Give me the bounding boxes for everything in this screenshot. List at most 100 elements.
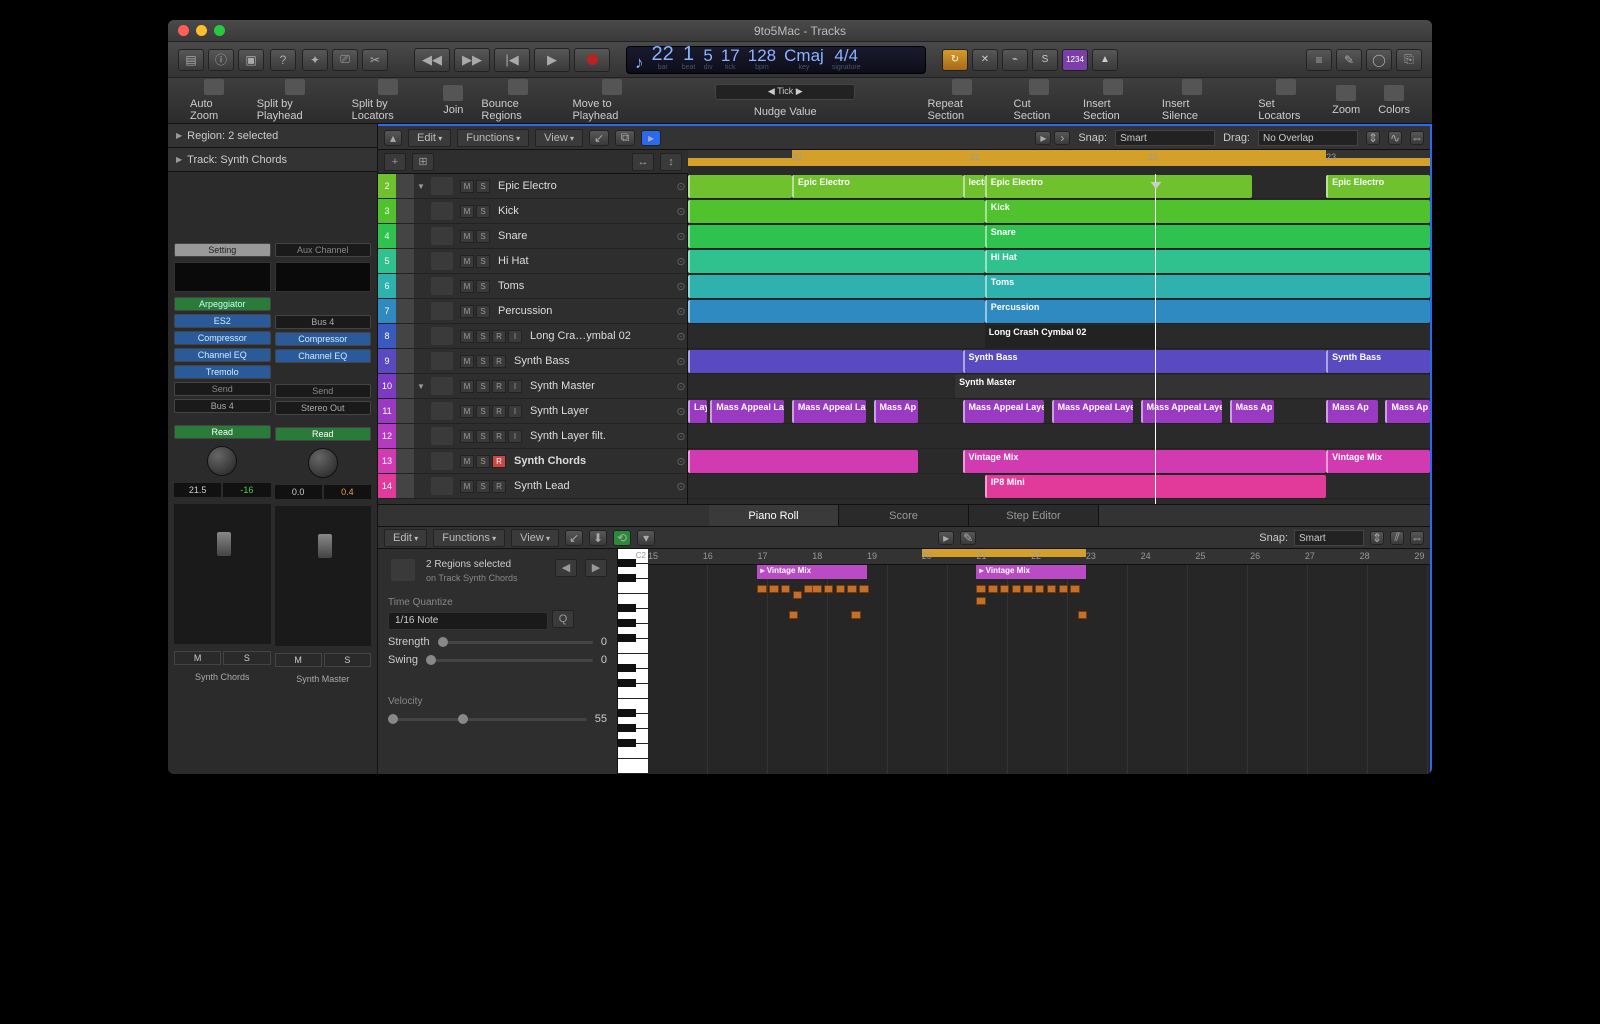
play-button[interactable]: ▶ (534, 48, 570, 72)
region-area[interactable]: Epic ElectrolectroEpic ElectroEpic Elect… (688, 174, 1430, 504)
region[interactable] (688, 225, 985, 248)
track-icon[interactable] (431, 427, 453, 445)
midi-out-icon[interactable]: ⟲ (613, 530, 631, 546)
track-name[interactable]: Kick (494, 205, 675, 217)
disclosure-icon[interactable]: ▼ (414, 182, 428, 191)
track-m-button[interactable]: M (460, 380, 474, 393)
track-header[interactable]: 8MSRILong Cra…ymbal 02⊙ (378, 324, 687, 349)
track-color[interactable] (396, 224, 414, 248)
region[interactable] (688, 450, 918, 473)
track-i-button[interactable]: I (508, 405, 522, 418)
input-slot[interactable]: Bus 4 (275, 315, 372, 329)
midi-note[interactable] (1000, 585, 1009, 593)
freeze-icon[interactable]: ⊙ (675, 430, 687, 443)
region-lane[interactable]: Vintage MixVintage Mix (688, 449, 1430, 474)
library-button[interactable]: ▤ (178, 49, 204, 71)
track-header[interactable]: 11MSRISynth Layer⊙ (378, 399, 687, 424)
freeze-icon[interactable]: ⊙ (675, 480, 687, 493)
automation-mode[interactable]: Read (275, 427, 372, 441)
track-header[interactable]: Track: Synth Chords (168, 148, 377, 172)
midi-region[interactable]: ▸ Vintage Mix (976, 565, 1085, 579)
vzoom-button[interactable]: ↕ (660, 153, 682, 171)
region-lane[interactable]: Kick (688, 199, 1430, 224)
zoom-h-icon[interactable]: ⇔ (1410, 131, 1424, 145)
zoom-h-icon[interactable]: ⇔ (1410, 531, 1424, 545)
alt-tool[interactable]: › (1054, 131, 1070, 145)
track-s-button[interactable]: S (476, 280, 490, 293)
track-r-button[interactable]: R (492, 455, 506, 468)
track-m-button[interactable]: M (460, 480, 474, 493)
freeze-icon[interactable]: ⊙ (675, 305, 687, 318)
prev-button[interactable]: |◀ (494, 48, 530, 72)
volume-fader[interactable] (275, 506, 372, 646)
track-icon[interactable] (431, 477, 453, 495)
audio-fx-slot[interactable]: Compressor (275, 332, 372, 346)
metronome-button[interactable]: ▲ (1092, 49, 1118, 71)
region[interactable] (688, 200, 985, 223)
scissors-button[interactable]: ✂ (362, 49, 388, 71)
track-m-button[interactable]: M (460, 180, 474, 193)
track-header[interactable]: 3MSKick⊙ (378, 199, 687, 224)
track-name[interactable]: Synth Chords (510, 455, 675, 467)
midi-note[interactable] (1012, 585, 1021, 593)
track-icon[interactable] (431, 277, 453, 295)
toolbar-item-zoom[interactable]: Zoom (1332, 85, 1360, 116)
snap-select[interactable]: Smart (1115, 130, 1215, 146)
track-name[interactable]: Percussion (494, 305, 675, 317)
velocity-slider[interactable] (388, 718, 587, 721)
help-button[interactable]: ? (270, 49, 296, 71)
sliders-button[interactable]: ⎚ (332, 49, 358, 71)
pencil-tool[interactable]: ✎ (960, 531, 976, 545)
track-m-button[interactable]: M (460, 305, 474, 318)
freeze-icon[interactable]: ⊙ (675, 255, 687, 268)
automation-mode[interactable]: Read (174, 425, 271, 439)
cycle-button[interactable]: ↻ (942, 49, 968, 71)
track-r-button[interactable]: R (492, 405, 506, 418)
freeze-icon[interactable]: ⊙ (675, 280, 687, 293)
audio-fx-slot[interactable]: Compressor (174, 331, 271, 345)
editor-tab-score[interactable]: Score (839, 505, 969, 526)
pan-knob[interactable] (308, 448, 338, 478)
track-name[interactable]: Synth Master (526, 380, 675, 392)
next-region-button[interactable]: ▶ (585, 559, 607, 577)
midi-note[interactable] (1023, 585, 1032, 593)
setting-slot[interactable]: Aux Channel (275, 243, 372, 257)
track-header[interactable]: 9MSRSynth Bass⊙ (378, 349, 687, 374)
midi-note[interactable] (859, 585, 868, 593)
automation-button[interactable]: ▸ (641, 130, 661, 146)
mixer-button[interactable]: ▣ (238, 49, 264, 71)
add-track-button[interactable]: + (384, 153, 406, 171)
track-s-button[interactable]: S (476, 180, 490, 193)
track-header[interactable]: 10▼MSRISynth Master⊙ (378, 374, 687, 399)
track-icon[interactable] (431, 252, 453, 270)
lcd-display[interactable]: ♪ 22bar 1beat 5div 17tick 128bpm Cmajkey… (626, 46, 926, 74)
region[interactable]: Mass Appeal Layer (1052, 400, 1134, 423)
track-r-button[interactable]: R (492, 330, 506, 343)
strength-slider[interactable] (438, 641, 593, 644)
region-lane[interactable]: Synth BassSynth Bass (688, 349, 1430, 374)
track-r-button[interactable]: R (492, 355, 506, 368)
send-slot[interactable]: Send (174, 382, 271, 396)
region[interactable]: Mass Ap (874, 400, 919, 423)
eq-thumbnail[interactable] (275, 262, 372, 292)
track-m-button[interactable]: M (460, 205, 474, 218)
track-color[interactable] (396, 249, 414, 273)
track-s-button[interactable]: S (476, 430, 490, 443)
region-lane[interactable]: Long Crash Cymbal 02 (688, 324, 1430, 349)
region[interactable]: Snare (985, 225, 1430, 248)
list-editors-button[interactable]: ≡ (1306, 49, 1332, 71)
editor-tab-piano-roll[interactable]: Piano Roll (709, 505, 839, 526)
region[interactable]: Long Crash Cymbal 02 (985, 325, 1156, 348)
track-m-button[interactable]: M (460, 355, 474, 368)
track-icon[interactable] (431, 377, 453, 395)
midi-note[interactable] (1035, 585, 1044, 593)
toolbar-item-insert-section[interactable]: Insert Section (1083, 79, 1144, 122)
track-name[interactable]: Snare (494, 230, 675, 242)
region[interactable]: Epic Electro (1326, 175, 1430, 198)
midi-note[interactable] (1070, 585, 1079, 593)
track-icon[interactable] (431, 327, 453, 345)
freeze-icon[interactable]: ⊙ (675, 455, 687, 468)
cycle-zone[interactable] (792, 150, 1326, 158)
track-i-button[interactable]: I (508, 380, 522, 393)
track-s-button[interactable]: S (476, 255, 490, 268)
